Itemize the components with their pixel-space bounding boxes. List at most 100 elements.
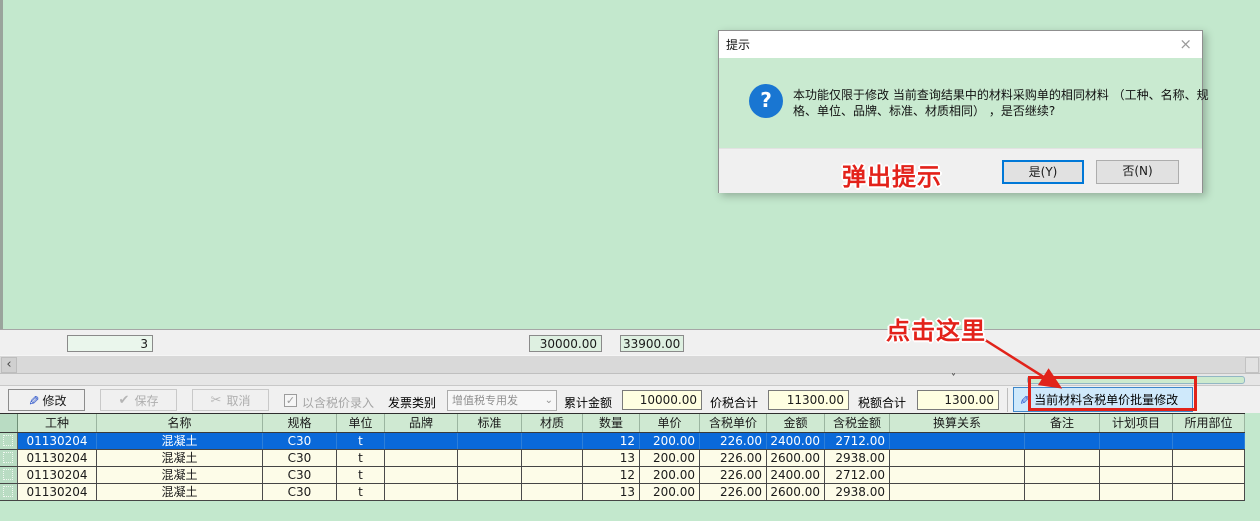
no-button[interactable]: 否(N) — [1096, 160, 1179, 184]
cell[interactable] — [458, 467, 522, 483]
cell[interactable]: 226.00 — [700, 433, 767, 449]
splitter-scroll-thumb[interactable] — [1027, 376, 1245, 384]
column-header[interactable]: 规格 — [263, 414, 337, 432]
cell[interactable]: 混凝土 — [97, 450, 263, 466]
price-tax-total-field[interactable]: 11300.00 — [768, 390, 849, 410]
cell[interactable] — [522, 433, 583, 449]
cell[interactable] — [1173, 467, 1245, 483]
cell[interactable] — [1173, 450, 1245, 466]
column-header[interactable]: 计划项目 — [1100, 414, 1173, 432]
column-header[interactable]: 金额 — [767, 414, 825, 432]
cell[interactable]: 12 — [583, 467, 640, 483]
cell[interactable] — [522, 467, 583, 483]
column-header[interactable]: 工种 — [18, 414, 97, 432]
cell[interactable]: 01130204 — [18, 433, 97, 449]
cell[interactable]: 01130204 — [18, 467, 97, 483]
cell[interactable] — [1173, 433, 1245, 449]
dialog-title-bar[interactable]: 提示 × — [719, 31, 1202, 58]
table-row[interactable]: 01130204混凝土C30t12200.00226.002400.002712… — [0, 433, 1245, 450]
row-selector[interactable] — [0, 450, 18, 466]
amount-total-field[interactable]: 30000.00 — [529, 335, 602, 352]
tax-entry-checkbox[interactable]: ✓ — [284, 394, 297, 407]
column-header[interactable]: 品牌 — [385, 414, 458, 432]
cell[interactable]: C30 — [263, 484, 337, 500]
cell[interactable] — [1100, 484, 1173, 500]
table-row[interactable]: 01130204混凝土C30t 13200.00226.002600.002938… — [0, 484, 1245, 501]
cell[interactable] — [1100, 450, 1173, 466]
horizontal-scrollbar[interactable]: ‹ — [0, 355, 1260, 373]
column-header[interactable]: 备注 — [1025, 414, 1100, 432]
cell[interactable]: 2400.00 — [767, 467, 825, 483]
cell[interactable] — [1025, 450, 1100, 466]
invoice-type-select[interactable]: 增值税专用发票|13% ⌄ — [447, 390, 557, 411]
cell[interactable] — [890, 484, 1025, 500]
cell[interactable] — [385, 450, 458, 466]
column-header[interactable]: 单位 — [337, 414, 385, 432]
tax-amount-total-field[interactable]: 1300.00 — [917, 390, 999, 410]
cell[interactable]: 2938.00 — [825, 484, 890, 500]
cell[interactable]: 226.00 — [700, 467, 767, 483]
cumulative-amount-field[interactable]: 10000.00 — [622, 390, 702, 410]
row-selector[interactable] — [0, 433, 18, 449]
cell[interactable] — [890, 450, 1025, 466]
cell[interactable] — [522, 450, 583, 466]
cell[interactable]: C30 — [263, 467, 337, 483]
cell[interactable]: 226.00 — [700, 484, 767, 500]
column-header[interactable]: 含税金额 — [825, 414, 890, 432]
cell[interactable] — [1100, 433, 1173, 449]
cell[interactable]: 01130204 — [18, 450, 97, 466]
cell[interactable]: 2600.00 — [767, 450, 825, 466]
cancel-button[interactable]: ✂ 取消 — [192, 389, 269, 411]
cell[interactable] — [890, 467, 1025, 483]
cell[interactable] — [1025, 484, 1100, 500]
column-header[interactable]: 标准 — [458, 414, 522, 432]
splitter-collapse-icon[interactable]: ˅ — [951, 373, 956, 385]
splitter-bar[interactable]: ˅ — [0, 373, 1260, 385]
cell[interactable]: 01130204 — [18, 484, 97, 500]
cell[interactable]: 200.00 — [640, 450, 700, 466]
cell[interactable]: 200.00 — [640, 433, 700, 449]
cell[interactable]: 226.00 — [700, 450, 767, 466]
cell[interactable] — [385, 467, 458, 483]
cell[interactable]: 混凝土 — [97, 484, 263, 500]
scroll-left-icon[interactable]: ‹ — [1, 357, 17, 373]
cell[interactable] — [458, 433, 522, 449]
row-selector[interactable] — [0, 467, 18, 483]
cell[interactable]: 混凝土 — [97, 467, 263, 483]
cell[interactable]: t — [337, 450, 385, 466]
cell[interactable]: 2600.00 — [767, 484, 825, 500]
close-icon[interactable]: × — [1179, 37, 1192, 52]
cell[interactable]: C30 — [263, 450, 337, 466]
cell[interactable] — [1100, 467, 1173, 483]
cell[interactable]: 2712.00 — [825, 433, 890, 449]
row-selector[interactable] — [0, 484, 18, 500]
cell[interactable] — [1025, 467, 1100, 483]
modify-button[interactable]: ✎ 修改 — [8, 389, 85, 411]
cell[interactable]: 2938.00 — [825, 450, 890, 466]
table-row[interactable]: 01130204混凝土C30t13200.00226.002600.002938… — [0, 450, 1245, 467]
cell[interactable]: t — [337, 467, 385, 483]
yes-button[interactable]: 是(Y) — [1002, 160, 1084, 184]
cell[interactable] — [458, 450, 522, 466]
cell[interactable] — [385, 433, 458, 449]
record-count-field[interactable]: 3 — [67, 335, 153, 352]
cell[interactable]: 13 — [583, 484, 640, 500]
cell[interactable] — [1173, 484, 1245, 500]
column-header[interactable]: 含税单价 — [700, 414, 767, 432]
batch-modify-unit-price-button[interactable]: ✎ 当前材料含税单价批量修改 — [1013, 387, 1193, 412]
cell[interactable]: t — [337, 433, 385, 449]
cell[interactable] — [890, 433, 1025, 449]
cell[interactable] — [522, 484, 583, 500]
cell[interactable]: 12 — [583, 433, 640, 449]
cell[interactable]: 200.00 — [640, 484, 700, 500]
cell[interactable]: 混凝土 — [97, 433, 263, 449]
save-button[interactable]: ✔ 保存 — [100, 389, 177, 411]
column-header[interactable]: 数量 — [583, 414, 640, 432]
cell[interactable]: 200.00 — [640, 467, 700, 483]
column-header[interactable]: 所用部位 — [1173, 414, 1245, 432]
cell[interactable] — [385, 484, 458, 500]
column-header[interactable]: 换算关系 — [890, 414, 1025, 432]
cell[interactable]: t — [337, 484, 385, 500]
amount-with-tax-total-field[interactable]: 33900.00 — [620, 335, 684, 352]
column-header[interactable]: 单价 — [640, 414, 700, 432]
